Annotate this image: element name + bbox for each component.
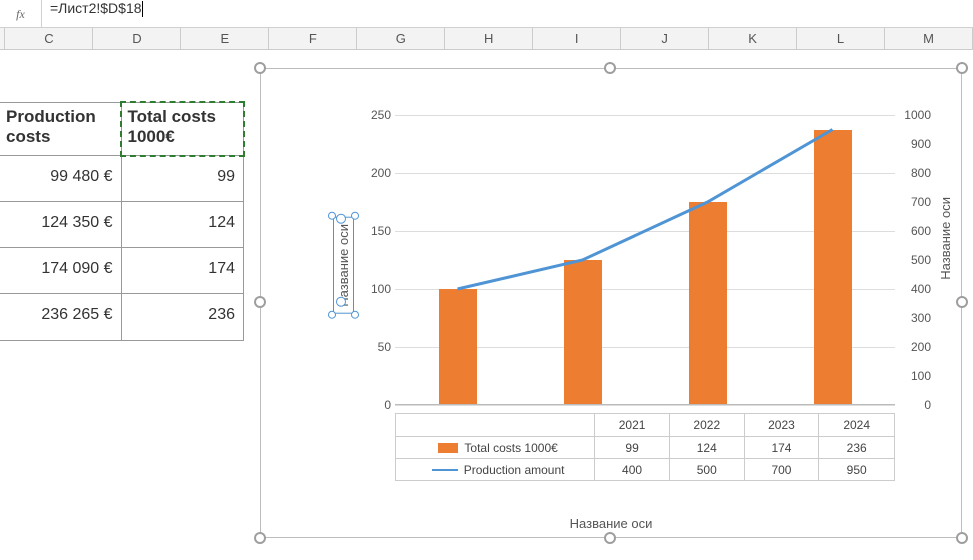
element-handle-icon[interactable] (351, 212, 359, 220)
legend-entry[interactable]: Total costs 1000€ (396, 437, 595, 458)
grid-line (395, 405, 895, 406)
fx-icon[interactable]: fx (0, 0, 42, 27)
datatable-value: 700 (745, 459, 820, 480)
datatable-header-row: 2021 2022 2023 2024 (396, 414, 894, 436)
cell[interactable]: 236 265 € (0, 294, 122, 340)
element-handle-icon[interactable] (351, 311, 359, 319)
datatable-category: 2024 (819, 414, 894, 436)
table-row: 124 350 € 124 (0, 202, 243, 248)
table-row: 174 090 € 174 (0, 248, 243, 294)
y2-tick-label: 100 (901, 369, 931, 383)
y2-tick-label: 600 (901, 224, 931, 238)
plot-area[interactable] (395, 115, 895, 405)
resize-handle-icon[interactable] (254, 62, 266, 74)
element-handle-icon[interactable] (328, 212, 336, 220)
datatable-value: 500 (670, 459, 745, 480)
y2-tick-label: 700 (901, 195, 931, 209)
y2-tick-label: 800 (901, 166, 931, 180)
datatable-value: 124 (670, 437, 745, 458)
cell[interactable]: 99 480 € (0, 156, 122, 201)
cell[interactable]: 99 (122, 156, 244, 201)
datatable-category: 2022 (670, 414, 745, 436)
y2-tick-label: 200 (901, 340, 931, 354)
sheet-area[interactable]: Production costs Total costs 1000€ 99 48… (0, 50, 973, 560)
element-handle-icon[interactable] (328, 311, 336, 319)
swatch-bar-icon (438, 443, 458, 453)
datatable-value: 400 (595, 459, 670, 480)
chart-object[interactable]: Название оси Название оси 2021 2022 2023… (260, 68, 962, 538)
table-header-cell-selected[interactable]: Total costs 1000€ (122, 103, 244, 155)
y2-tick-label: 900 (901, 137, 931, 151)
table-row: 236 265 € 236 (0, 294, 243, 340)
cell[interactable]: 174 090 € (0, 248, 122, 293)
data-table: Production costs Total costs 1000€ 99 48… (0, 102, 244, 341)
axis-title-text: Название оси (336, 224, 351, 307)
column-headers: C D E F G H I J K L M (0, 28, 973, 50)
col-header[interactable]: F (269, 28, 357, 49)
y-tick-label: 250 (363, 108, 391, 122)
chart-datatable: 2021 2022 2023 2024 Total costs 1000€ 99… (395, 413, 895, 481)
y2-tick-label: 400 (901, 282, 931, 296)
header-text: Total costs 1000€ (128, 107, 216, 146)
resize-handle-icon[interactable] (956, 62, 968, 74)
line-series[interactable] (395, 115, 895, 405)
resize-handle-icon[interactable] (956, 532, 968, 544)
table-header-cell[interactable]: Production costs (0, 103, 122, 155)
resize-handle-icon[interactable] (254, 296, 266, 308)
axis-title-y[interactable]: Название оси (333, 217, 354, 314)
formula-bar: fx =Лист2!$D$18 (0, 0, 973, 28)
y2-tick-label: 0 (901, 398, 931, 412)
datatable-value: 174 (745, 437, 820, 458)
datatable-row: Total costs 1000€ 99 124 174 236 (396, 436, 894, 458)
text-caret (142, 1, 143, 17)
legend-label: Production amount (464, 463, 565, 477)
y-tick-label: 200 (363, 166, 391, 180)
col-header[interactable]: J (621, 28, 709, 49)
col-header[interactable]: E (181, 28, 269, 49)
col-header[interactable]: D (93, 28, 181, 49)
y2-tick-label: 500 (901, 253, 931, 267)
y-tick-label: 100 (363, 282, 391, 296)
datatable-row: Production amount 400 500 700 950 (396, 458, 894, 480)
datatable-value: 99 (595, 437, 670, 458)
col-header[interactable]: H (445, 28, 533, 49)
axis-title-y2[interactable]: Название оси (938, 197, 953, 280)
col-header[interactable]: C (5, 28, 93, 49)
formula-input[interactable]: =Лист2!$D$18 (42, 0, 973, 27)
datatable-value: 236 (819, 437, 894, 458)
y2-tick-label: 1000 (901, 108, 931, 122)
legend-entry[interactable]: Production amount (396, 459, 595, 480)
col-header[interactable]: L (797, 28, 885, 49)
resize-handle-icon[interactable] (956, 296, 968, 308)
cell[interactable]: 124 (122, 202, 244, 247)
col-header[interactable]: M (885, 28, 973, 49)
col-header[interactable]: I (533, 28, 621, 49)
y-tick-label: 150 (363, 224, 391, 238)
table-header-row: Production costs Total costs 1000€ (0, 103, 243, 156)
datatable-category: 2021 (595, 414, 670, 436)
resize-handle-icon[interactable] (254, 532, 266, 544)
table-row: 99 480 € 99 (0, 156, 243, 202)
resize-handle-icon[interactable] (604, 62, 616, 74)
cell[interactable]: 236 (122, 294, 244, 340)
swatch-line-icon (432, 469, 458, 471)
y-tick-label: 50 (363, 340, 391, 354)
cell[interactable]: 124 350 € (0, 202, 122, 247)
col-header[interactable]: K (709, 28, 797, 49)
datatable-empty-cell (396, 414, 595, 436)
datatable-category: 2023 (745, 414, 820, 436)
cell[interactable]: 174 (122, 248, 244, 293)
col-header[interactable]: G (357, 28, 445, 49)
resize-handle-icon[interactable] (604, 532, 616, 544)
legend-label: Total costs 1000€ (464, 441, 557, 455)
datatable-value: 950 (819, 459, 894, 480)
formula-text: =Лист2!$D$18 (50, 0, 142, 16)
axis-title-x[interactable]: Название оси (261, 516, 961, 531)
y2-tick-label: 300 (901, 311, 931, 325)
y-tick-label: 0 (363, 398, 391, 412)
